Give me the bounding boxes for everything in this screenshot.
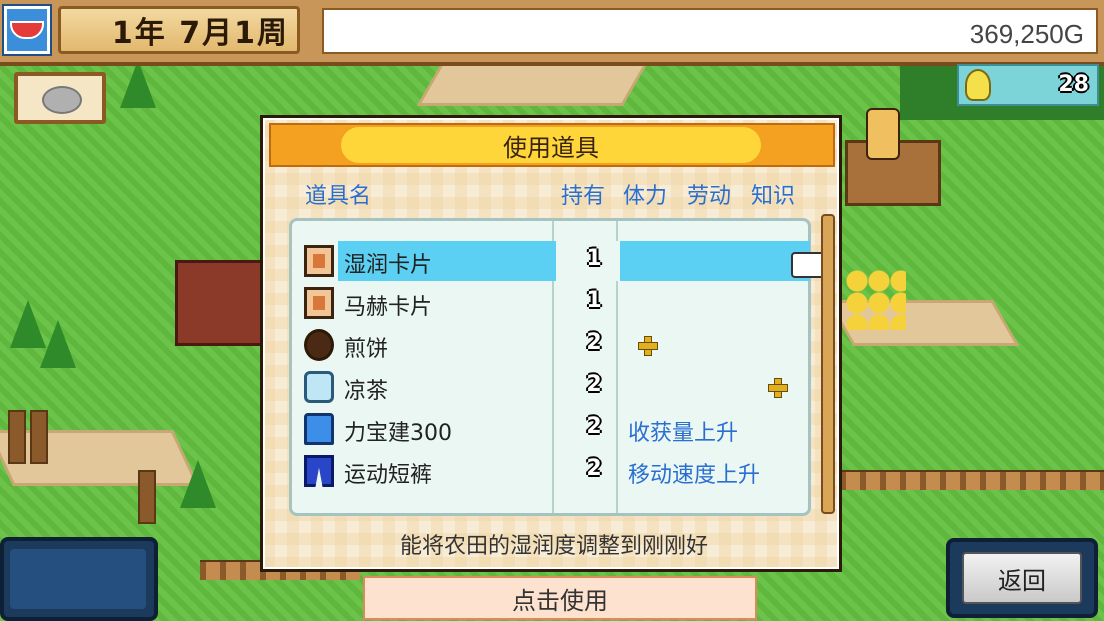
sunflower-patch — [846, 270, 906, 330]
item-name: 凉茶 — [344, 379, 389, 404]
fence — [840, 470, 1104, 490]
item-quantity: 2 — [586, 414, 602, 439]
stamina-plus-icon — [638, 336, 658, 356]
item-name: 湿润卡片 — [344, 253, 433, 278]
rock-icon — [42, 86, 82, 114]
item-list: 湿润卡片 1 马赫卡片 1 煎饼 2 凉茶 2 力宝建300 2 收获量上升 运… — [289, 218, 811, 516]
dialog-title-bar: 使用道具 — [269, 123, 835, 167]
top-status-bar: 1年 7月1周 369,250G — [0, 0, 1104, 66]
item-list-scrollbar[interactable] — [821, 214, 835, 514]
date-display: 1年 7月1周 — [58, 6, 300, 54]
idea-points-count: 28 — [1058, 72, 1089, 97]
lightbulb-icon — [965, 69, 991, 101]
item-row[interactable]: 煎饼 2 — [298, 325, 810, 365]
column-header-name: 道具名 — [305, 184, 372, 209]
item-quantity: 2 — [586, 372, 602, 397]
item-name: 马赫卡片 — [344, 295, 433, 320]
calendar-icon[interactable] — [4, 6, 50, 54]
bottle-icon — [304, 413, 334, 445]
column-header-labor: 劳动 — [687, 184, 732, 209]
item-quantity: 2 — [586, 330, 602, 355]
column-header-stamina: 体力 — [623, 184, 668, 209]
item-row[interactable]: 运动短裤 2 移动速度上升 — [298, 451, 810, 491]
log-post — [8, 410, 26, 464]
item-quantity: 1 — [586, 288, 602, 313]
dialog-title: 使用道具 — [341, 127, 761, 163]
farmer-character[interactable] — [866, 108, 900, 160]
card-icon — [304, 245, 334, 277]
money-display: 369,250G — [322, 8, 1098, 54]
item-row[interactable]: 凉茶 2 — [298, 367, 810, 407]
item-name: 力宝建300 — [344, 421, 452, 446]
column-header-owned: 持有 — [561, 184, 606, 209]
left-menu-button[interactable] — [0, 537, 158, 621]
item-quantity: 1 — [586, 246, 602, 271]
item-effect: 收获量上升 — [628, 421, 739, 446]
tree — [180, 460, 216, 508]
use-item-button[interactable]: 点击使用 — [363, 576, 757, 620]
knowledge-plus-icon — [768, 378, 788, 398]
card-icon — [304, 287, 334, 319]
column-header-knowledge: 知识 — [751, 184, 796, 209]
item-row[interactable]: 力宝建300 2 收获量上升 — [298, 409, 810, 449]
left-button-face — [10, 549, 146, 609]
tree — [40, 320, 76, 368]
weather-sign[interactable] — [14, 72, 106, 124]
tea-icon — [304, 371, 334, 403]
use-item-dialog: 使用道具 道具名 持有 体力 劳动 知识 湿润卡片 1 马赫卡片 1 煎饼 2 — [260, 115, 842, 572]
pancake-icon — [304, 329, 334, 361]
log-post — [30, 410, 48, 464]
dirt-path — [416, 60, 650, 106]
back-button-frame: 返回 — [946, 538, 1098, 618]
back-button[interactable]: 返回 — [962, 552, 1082, 604]
log-post — [138, 470, 156, 524]
item-name: 运动短裤 — [344, 463, 433, 488]
idea-points-panel: 28 — [957, 64, 1099, 106]
item-name: 煎饼 — [344, 337, 389, 362]
item-row[interactable]: 马赫卡片 1 — [298, 283, 810, 323]
tree — [120, 60, 156, 108]
item-quantity: 2 — [586, 456, 602, 481]
market-stall — [175, 260, 271, 346]
item-row-selected[interactable]: 湿润卡片 1 — [298, 241, 810, 281]
item-effect: 移动速度上升 — [628, 463, 761, 488]
shorts-icon — [304, 455, 334, 487]
item-description: 能将农田的湿润度调整到刚刚好 — [399, 534, 708, 559]
